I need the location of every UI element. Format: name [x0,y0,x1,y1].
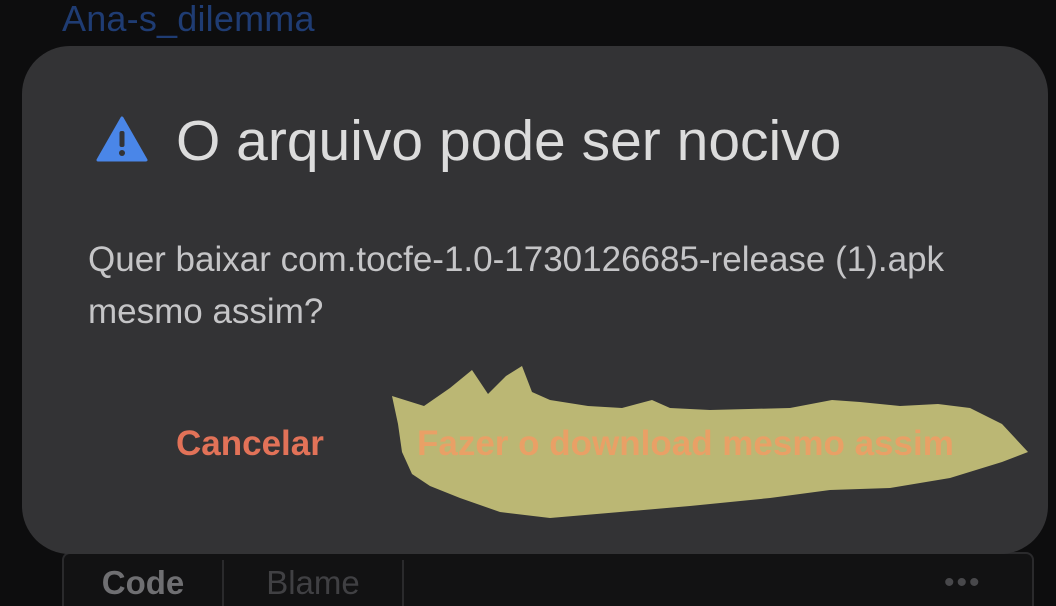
screen: Ana-s_dilemma Code Blame ••• O arquivo p… [0,0,1056,606]
dialog-message: Quer baixar com.tocfe-1.0-1730126685-rel… [88,240,945,331]
warning-icon [96,116,148,162]
tab-blame[interactable]: Blame [224,560,404,606]
tab-code[interactable]: Code [64,560,224,606]
cancel-button[interactable]: Cancelar [176,424,324,464]
download-anyway-button[interactable]: Fazer o download mesmo assim [417,424,954,464]
dialog-title: O arquivo pode ser nocivo [176,109,842,173]
more-horizontal-icon[interactable]: ••• [944,568,982,598]
repo-link[interactable]: Ana-s_dilemma [62,0,315,40]
